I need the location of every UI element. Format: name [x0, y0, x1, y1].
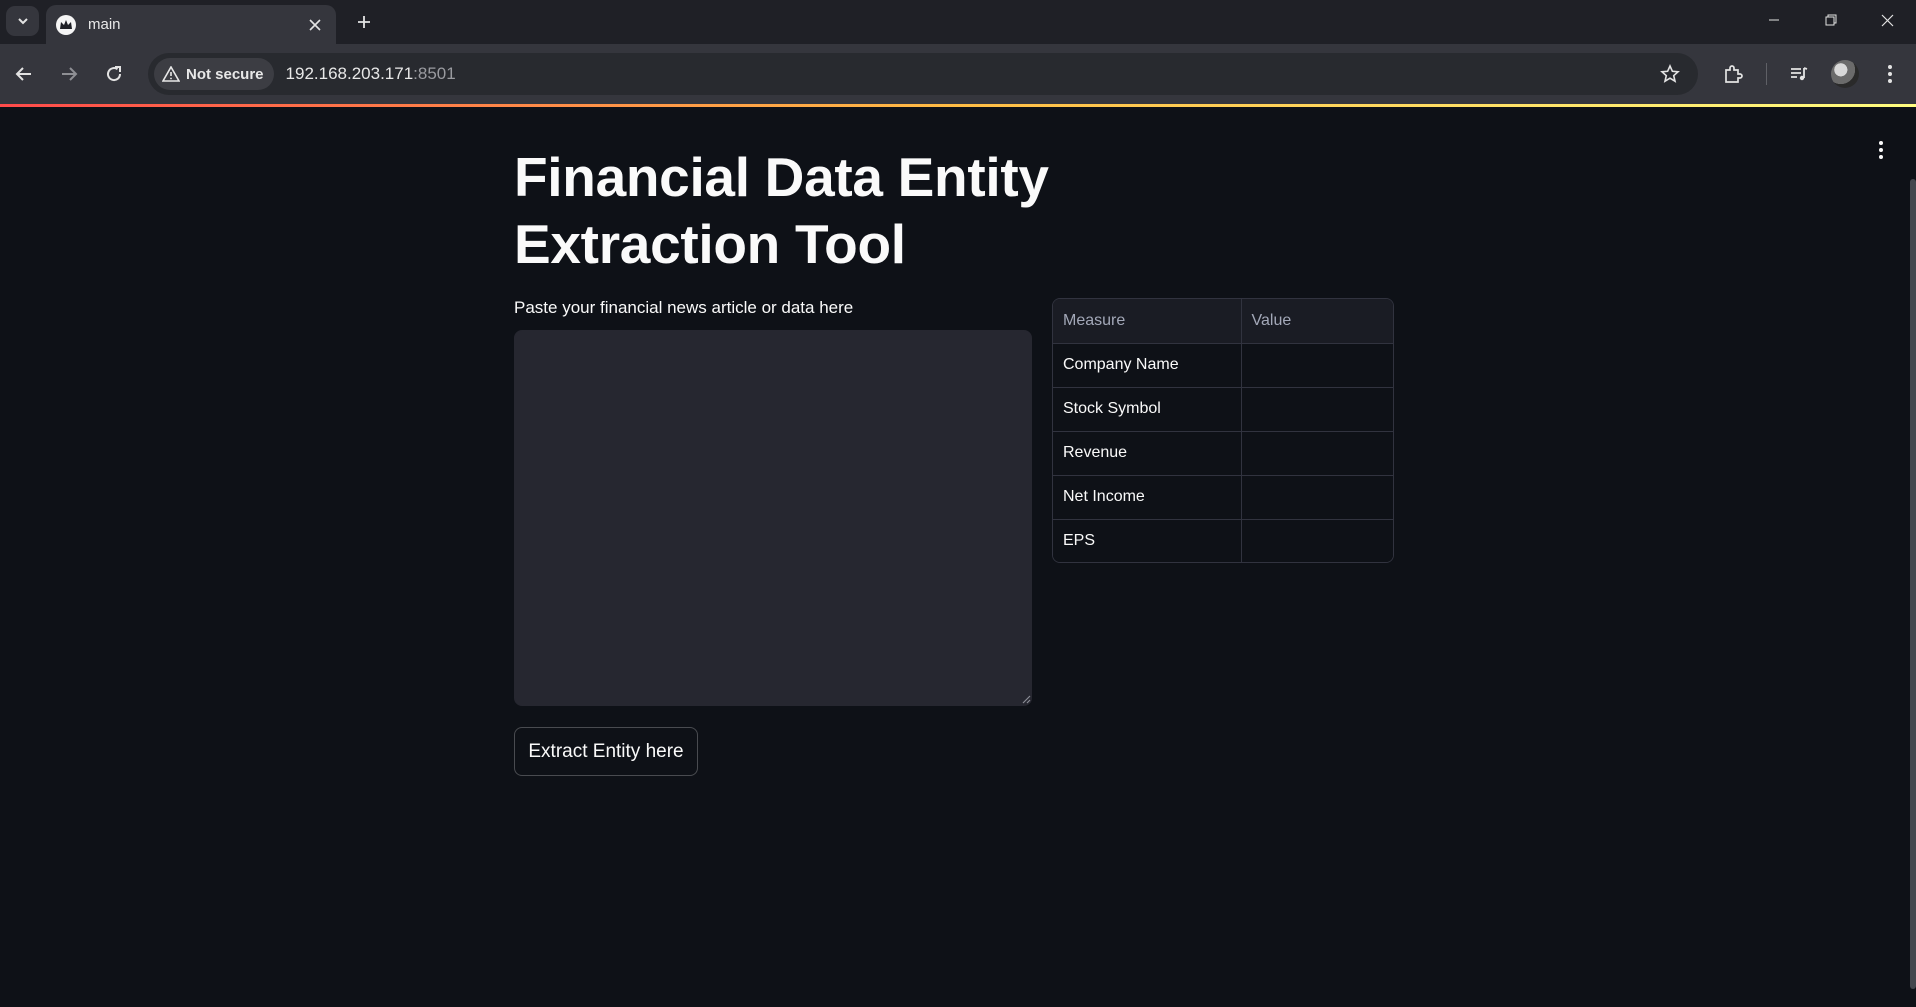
- bookmark-star-icon[interactable]: [1658, 62, 1682, 86]
- arrow-left-icon: [15, 67, 31, 81]
- extract-entity-button[interactable]: Extract Entity here: [514, 727, 698, 776]
- close-window-button[interactable]: [1859, 0, 1916, 40]
- browser-tabstrip: main: [0, 0, 1916, 44]
- entity-table: Measure Value Company Name Stock Symbol …: [1052, 298, 1394, 563]
- arrow-right-icon: [62, 67, 78, 81]
- table-row: EPS: [1053, 519, 1393, 562]
- security-label: Not secure: [186, 65, 264, 83]
- article-textarea[interactable]: [514, 330, 1032, 706]
- plus-icon: [358, 16, 370, 28]
- value-cell[interactable]: [1241, 475, 1393, 520]
- tab-search-button[interactable]: [6, 6, 39, 36]
- forward-button[interactable]: [52, 57, 86, 91]
- browser-tab[interactable]: main: [46, 5, 336, 44]
- streamlit-crown-icon: [56, 14, 76, 35]
- site-info-button[interactable]: Not secure: [154, 58, 274, 90]
- url-text: 192.168.203.171:8501: [286, 64, 456, 84]
- reload-button[interactable]: [97, 57, 131, 91]
- value-cell[interactable]: [1241, 431, 1393, 476]
- minimize-icon: [1768, 19, 1779, 21]
- column-header-measure[interactable]: Measure: [1053, 299, 1242, 344]
- table-row: Stock Symbol: [1053, 387, 1393, 432]
- media-controls-icon[interactable]: [1782, 57, 1816, 91]
- value-cell[interactable]: [1241, 387, 1393, 432]
- page-title-line-2: Extraction Tool: [514, 213, 906, 275]
- value-cell[interactable]: [1241, 343, 1393, 388]
- table-row: Revenue: [1053, 431, 1393, 476]
- app-menu-icon[interactable]: [1868, 137, 1894, 163]
- value-cell[interactable]: [1241, 519, 1393, 562]
- page-title-line-1: Financial Data Entity: [514, 146, 1049, 208]
- profile-avatar[interactable]: [1831, 60, 1859, 88]
- warning-icon: [162, 66, 180, 82]
- minimize-button[interactable]: [1745, 0, 1802, 40]
- browser-menu-icon[interactable]: [1873, 57, 1907, 91]
- table-header-row: Measure Value: [1053, 299, 1393, 344]
- window-controls: [1745, 0, 1916, 40]
- restore-icon: [1825, 14, 1836, 26]
- back-button[interactable]: [7, 57, 41, 91]
- resize-grip-icon[interactable]: [1019, 692, 1031, 704]
- address-bar[interactable]: Not secure 192.168.203.171:8501: [148, 53, 1698, 95]
- tab-title: main: [88, 16, 121, 33]
- reload-icon: [107, 66, 122, 82]
- table-row: Company Name: [1053, 343, 1393, 388]
- url-port: :8501: [413, 64, 456, 83]
- page-title: Financial Data Entity Extraction Tool: [514, 144, 1074, 278]
- measure-cell[interactable]: Net Income: [1053, 475, 1242, 520]
- extensions-puzzle-icon[interactable]: [1716, 57, 1750, 91]
- toolbar-divider: [1766, 63, 1767, 85]
- restore-button[interactable]: [1802, 0, 1859, 40]
- chevron-down-icon: [17, 18, 28, 25]
- close-icon: [1881, 14, 1894, 26]
- measure-cell[interactable]: Stock Symbol: [1053, 387, 1242, 432]
- measure-cell[interactable]: Company Name: [1053, 343, 1242, 388]
- table-row: Net Income: [1053, 475, 1393, 520]
- url-host: 192.168.203.171: [285, 64, 414, 83]
- article-input-label: Paste your financial news article or dat…: [514, 298, 854, 317]
- measure-cell[interactable]: EPS: [1053, 519, 1242, 562]
- measure-cell[interactable]: Revenue: [1053, 431, 1242, 476]
- browser-toolbar: Not secure 192.168.203.171:8501: [0, 44, 1916, 106]
- close-tab-icon[interactable]: [304, 14, 326, 36]
- page-scrollbar[interactable]: [1910, 179, 1916, 989]
- new-tab-button[interactable]: [350, 8, 378, 36]
- column-header-value[interactable]: Value: [1241, 299, 1393, 344]
